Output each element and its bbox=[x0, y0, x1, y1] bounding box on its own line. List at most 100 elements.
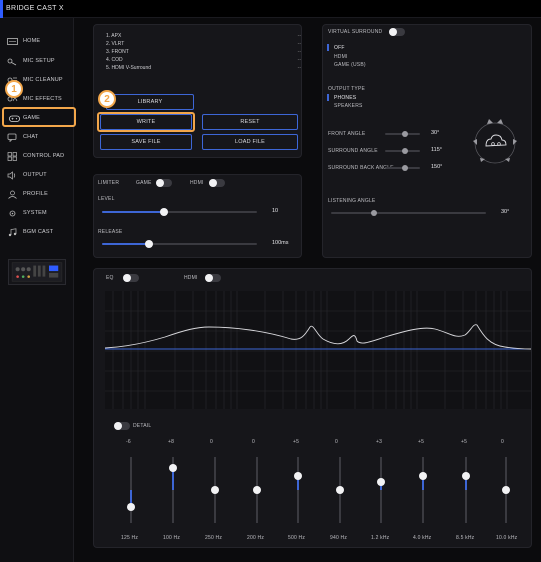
limiter-hdmi-toggle[interactable] bbox=[209, 179, 225, 187]
virtual-surround-toggle[interactable] bbox=[389, 28, 405, 36]
eq-band-slider[interactable] bbox=[169, 457, 177, 523]
limiter-game-toggle[interactable] bbox=[156, 179, 172, 187]
sidebar-item-mic-setup[interactable]: MIC SETUP bbox=[4, 54, 74, 70]
sidebar-item-label: CONTROL PAD bbox=[23, 153, 65, 159]
slider-knob[interactable] bbox=[144, 240, 153, 248]
output-type-selected-indicator bbox=[327, 94, 329, 101]
eq-band-gain: -6 bbox=[126, 439, 131, 445]
eq-band-gain: +5 bbox=[461, 439, 468, 445]
limiter-game-label: GAME bbox=[136, 180, 152, 186]
gamepad-icon bbox=[9, 115, 20, 122]
slider-knob[interactable] bbox=[371, 210, 377, 216]
output-type-phones[interactable]: PHONES bbox=[334, 95, 356, 101]
slider-knob[interactable] bbox=[462, 472, 470, 481]
chat-icon bbox=[7, 133, 17, 142]
callout-badge-1: 1 bbox=[5, 80, 23, 98]
slider-knob[interactable] bbox=[127, 502, 135, 511]
slider-knob[interactable] bbox=[253, 486, 261, 494]
eq-band-slider[interactable] bbox=[294, 457, 302, 523]
write-button[interactable]: WRITE bbox=[100, 114, 192, 130]
eq-band-slider[interactable] bbox=[377, 457, 385, 523]
sidebar-item-game[interactable]: GAME bbox=[2, 107, 76, 127]
source-option-game-usb[interactable]: GAME (USB) bbox=[334, 62, 366, 68]
eq-band-slider[interactable] bbox=[336, 457, 344, 523]
sidebar-item-profile[interactable]: PROFILE bbox=[4, 187, 74, 203]
surround-back-angle-value: 150° bbox=[431, 164, 443, 170]
sidebar-item-chat[interactable]: CHAT bbox=[4, 130, 74, 146]
slider-knob[interactable] bbox=[402, 131, 408, 137]
listening-angle-slider[interactable] bbox=[331, 210, 486, 216]
release-fill bbox=[102, 243, 149, 245]
eq-band-gain: +5 bbox=[293, 439, 300, 445]
level-value: 10 bbox=[272, 208, 279, 214]
eq-band-frequency: 4.0 kHz bbox=[413, 535, 432, 541]
surround-back-angle-slider[interactable] bbox=[385, 165, 420, 171]
save-file-button[interactable]: SAVE FILE bbox=[100, 134, 192, 150]
list-item[interactable]: 5. HDMI V-Surround -- bbox=[106, 65, 301, 73]
list-item[interactable]: 2. VLRT -- bbox=[106, 41, 301, 49]
slider-knob[interactable] bbox=[377, 477, 385, 486]
sidebar-item-control-pad[interactable]: CONTROL PAD bbox=[4, 149, 74, 165]
slider-knob[interactable] bbox=[402, 148, 408, 154]
list-item[interactable]: 3. FRONT -- bbox=[106, 49, 301, 57]
limiter-title: LIMITER bbox=[98, 180, 120, 186]
sidebar-item-home[interactable]: HOME bbox=[4, 34, 74, 50]
list-item[interactable]: 4. COD -- bbox=[106, 57, 301, 65]
slider-knob[interactable] bbox=[336, 486, 344, 494]
listening-angle-value: 30° bbox=[501, 209, 510, 215]
eq-band-slider[interactable] bbox=[502, 457, 510, 523]
eq-band-slider[interactable] bbox=[127, 457, 135, 523]
sidebar-item-system[interactable]: SYSTEM bbox=[4, 206, 74, 222]
preset-value: -- bbox=[297, 57, 301, 63]
front-angle-slider[interactable] bbox=[385, 131, 420, 137]
slider-knob[interactable] bbox=[160, 208, 168, 216]
preset-value: -- bbox=[297, 41, 301, 47]
bgm-cast-icon bbox=[8, 228, 17, 237]
preset-name: 1. APX bbox=[106, 33, 122, 39]
home-icon bbox=[7, 38, 18, 45]
slider-knob[interactable] bbox=[502, 486, 510, 494]
slider-knob[interactable] bbox=[419, 472, 427, 481]
source-option-off[interactable]: OFF bbox=[334, 45, 345, 51]
release-slider[interactable] bbox=[102, 240, 257, 248]
reset-button[interactable]: RESET bbox=[202, 114, 298, 130]
slider-knob[interactable] bbox=[169, 464, 177, 472]
eq-band-frequency: 250 Hz bbox=[205, 535, 223, 541]
eq-band-slider[interactable] bbox=[462, 457, 470, 523]
list-item[interactable]: 1. APX -- bbox=[106, 33, 301, 41]
slider-knob[interactable] bbox=[211, 486, 219, 494]
eq-band-slider[interactable] bbox=[419, 457, 427, 523]
preset-name: 5. HDMI V-Surround bbox=[106, 65, 152, 71]
output-type-speakers[interactable]: SPEAKERS bbox=[334, 103, 363, 109]
sidebar-item-label: GAME bbox=[23, 115, 40, 121]
mic-setup-icon bbox=[7, 58, 17, 66]
slider-knob[interactable] bbox=[294, 472, 302, 481]
eq-detail-toggle[interactable] bbox=[114, 422, 130, 430]
sidebar-item-bgm-cast[interactable]: BGM CAST bbox=[4, 225, 74, 241]
surround-angle-label: SURROUND ANGLE bbox=[328, 148, 378, 154]
sidebar-item-output[interactable]: OUTPUT bbox=[4, 168, 74, 184]
sidebar: HOME MIC SETUP MIC CLEANUP MIC EFFECTS G… bbox=[0, 18, 76, 562]
control-pad-icon bbox=[7, 152, 17, 161]
eq-band-slider[interactable] bbox=[253, 457, 261, 523]
surround-back-angle-label: SURROUND BACK ANGLE bbox=[328, 165, 394, 171]
eq-band-slider[interactable] bbox=[211, 457, 219, 523]
eq-hdmi-toggle[interactable] bbox=[205, 274, 221, 282]
eq-band-frequency: 200 Hz bbox=[247, 535, 265, 541]
source-selected-indicator bbox=[327, 44, 329, 51]
profile-icon bbox=[8, 190, 17, 199]
level-label: LEVEL bbox=[98, 196, 115, 202]
limiter-panel: LIMITER GAME HDMI LEVEL 10 RELEASE 100ms bbox=[93, 174, 302, 258]
sidebar-item-label: CHAT bbox=[23, 134, 39, 140]
preset-value: -- bbox=[297, 49, 301, 55]
load-file-button[interactable]: LOAD FILE bbox=[202, 134, 298, 150]
eq-toggle[interactable] bbox=[123, 274, 139, 282]
eq-band-gain: 0 bbox=[501, 439, 504, 445]
level-slider[interactable] bbox=[102, 208, 257, 216]
source-option-hdmi[interactable]: HDMI bbox=[334, 54, 348, 60]
library-button[interactable]: LIBRARY bbox=[106, 94, 194, 110]
sidebar-item-label: BGM CAST bbox=[23, 229, 54, 235]
slider-knob[interactable] bbox=[402, 165, 408, 171]
eq-band-gain: +5 bbox=[418, 439, 425, 445]
surround-angle-slider[interactable] bbox=[385, 148, 420, 154]
